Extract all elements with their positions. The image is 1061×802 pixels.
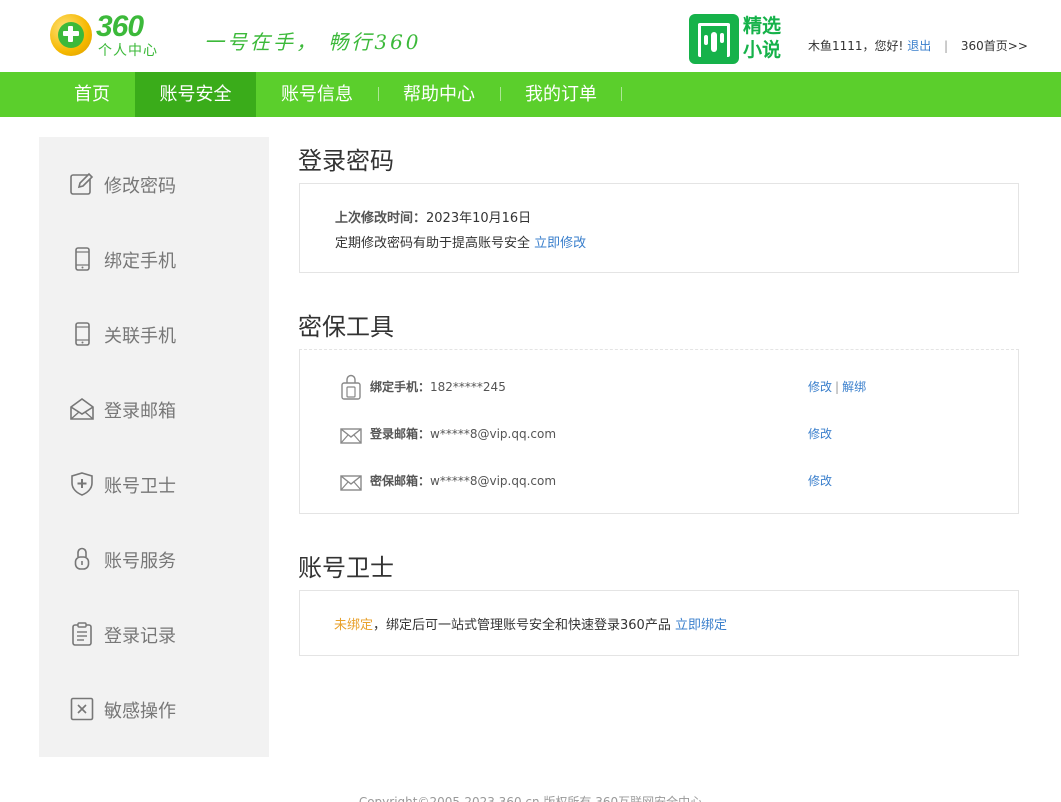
logo-number: 360 [96,10,144,43]
sidebar-item-label: 登录记录 [104,626,176,647]
password-panel: 上次修改时间：2023年10月16日 定期修改密码有助于提高账号安全 立即修改 [299,183,1019,273]
sidebar-item-label: 绑定手机 [104,251,176,272]
logout-link[interactable]: 退出 [907,39,931,53]
userbar-separator: | [944,39,949,53]
security-tools-panel: 绑定手机：182*****245 修改 | 解绑 登录邮箱：w*****8@vip.… [299,349,1019,514]
sidebar-item-change-password[interactable]: 修改密码 [39,159,269,209]
last-modified-value: 2023年10月16日 [426,211,532,226]
guard-description: ，绑定后可一站式管理账号安全和快速登录360产品 [373,618,671,633]
logo-360-personal-center[interactable]: 360 个人中心 [50,10,178,60]
sidebar-item-sensitive-ops[interactable]: 敏感操作 [39,684,269,734]
last-modified-label: 上次修改时间： [335,211,427,226]
logo-subtitle: 个人中心 [98,43,158,59]
password-tip: 定期修改密码有助于提高账号安全 [335,236,531,251]
sidebar-item-label: 账号服务 [104,551,176,572]
sidebar-item-label: 账号卫士 [104,476,176,497]
footer-copyright: Copyright©2005-2023 360.cn 版权所有 360互联网安全… [358,795,703,802]
main-nav: 首页 账号安全 账号信息 帮助中心 我的订单 [0,72,1061,117]
modify-password-link[interactable]: 立即修改 [534,236,586,251]
security-row-secure-email: 密保邮箱：w*****8@vip.qq.com 修改 [340,466,980,496]
section-title-account-guard: 账号卫士 [298,554,394,582]
envelope-icon [340,428,362,444]
bind-guard-link[interactable]: 立即绑定 [675,618,727,633]
nav-item-account-security[interactable]: 账号安全 [135,72,256,117]
novel-promo-badge[interactable]: 精选 小说 [689,14,789,64]
shield-plus-icon [71,472,93,496]
secure-email-modify-link[interactable]: 修改 [808,474,832,488]
slogan: 一号在手， 畅行360 [204,30,422,54]
sidebar-item-account-guard[interactable]: 账号卫士 [39,459,269,509]
user-bar: 木鱼1111，您好! 退出 | 360首页>> [808,37,1028,54]
section-title-password: 登录密码 [298,147,394,175]
sidebar-item-linked-phone[interactable]: 关联手机 [39,309,269,359]
security-row-phone: 绑定手机：182*****245 修改 | 解绑 [340,372,980,402]
phone-label: 绑定手机： [370,380,431,394]
login-email-modify-link[interactable]: 修改 [808,427,832,441]
phone-link-icon [75,322,90,346]
novel-badge-line1: 精选 [743,15,782,37]
sidebar-item-account-service[interactable]: 账号服务 [39,534,269,584]
nav-item-account-info[interactable]: 账号信息 [256,72,378,117]
phone-icon [75,247,90,271]
home-link[interactable]: 360首页>> [961,39,1028,53]
sidebar-item-label: 修改密码 [104,176,176,197]
nav-item-home[interactable]: 首页 [56,72,128,117]
envelope-icon [340,475,362,491]
phone-modify-link[interactable]: 修改 [808,380,832,394]
secure-email-value: w*****8@vip.qq.com [430,474,557,488]
lock-icon [74,547,90,570]
account-guard-panel: 未绑定，绑定后可一站式管理账号安全和快速登录360产品 立即绑定 [299,590,1019,656]
phone-value: 182*****245 [430,380,506,394]
phone-unbind-link[interactable]: 解绑 [842,380,866,394]
cactus-door-icon [689,14,739,64]
clipboard-icon [72,622,92,646]
sidebar-item-login-records[interactable]: 登录记录 [39,609,269,659]
sidebar-item-login-email[interactable]: 登录邮箱 [39,384,269,434]
nav-item-my-orders[interactable]: 我的订单 [500,72,622,117]
sidebar: 修改密码 绑定手机 关联手机 登录邮箱 账号卫士 账号服务 登录记录 敏感操作 [39,137,269,757]
sidebar-item-label: 登录邮箱 [104,401,176,422]
novel-badge-line2: 小说 [743,39,782,61]
secure-email-label: 密保邮箱： [370,474,431,488]
guard-status: 未绑定 [334,618,374,633]
header: 360 个人中心 一号在手， 畅行360 精选 小说 木鱼1111，您好! 退出… [0,0,1061,72]
login-email-value: w*****8@vip.qq.com [430,427,557,441]
close-box-icon [70,697,94,721]
login-email-label: 登录邮箱： [370,427,431,441]
security-row-login-email: 登录邮箱：w*****8@vip.qq.com 修改 [340,419,980,449]
lock-phone-icon [341,374,361,400]
greeting: 木鱼1111，您好! [808,39,904,53]
sidebar-item-label: 关联手机 [104,326,176,347]
mail-open-icon [70,398,94,420]
action-separator: | [835,380,840,394]
sidebar-item-bind-phone[interactable]: 绑定手机 [39,234,269,284]
nav-item-help-center[interactable]: 帮助中心 [378,72,500,117]
section-title-security-tools: 密保工具 [298,313,394,341]
edit-icon [70,172,94,195]
sidebar-item-label: 敏感操作 [104,701,176,722]
